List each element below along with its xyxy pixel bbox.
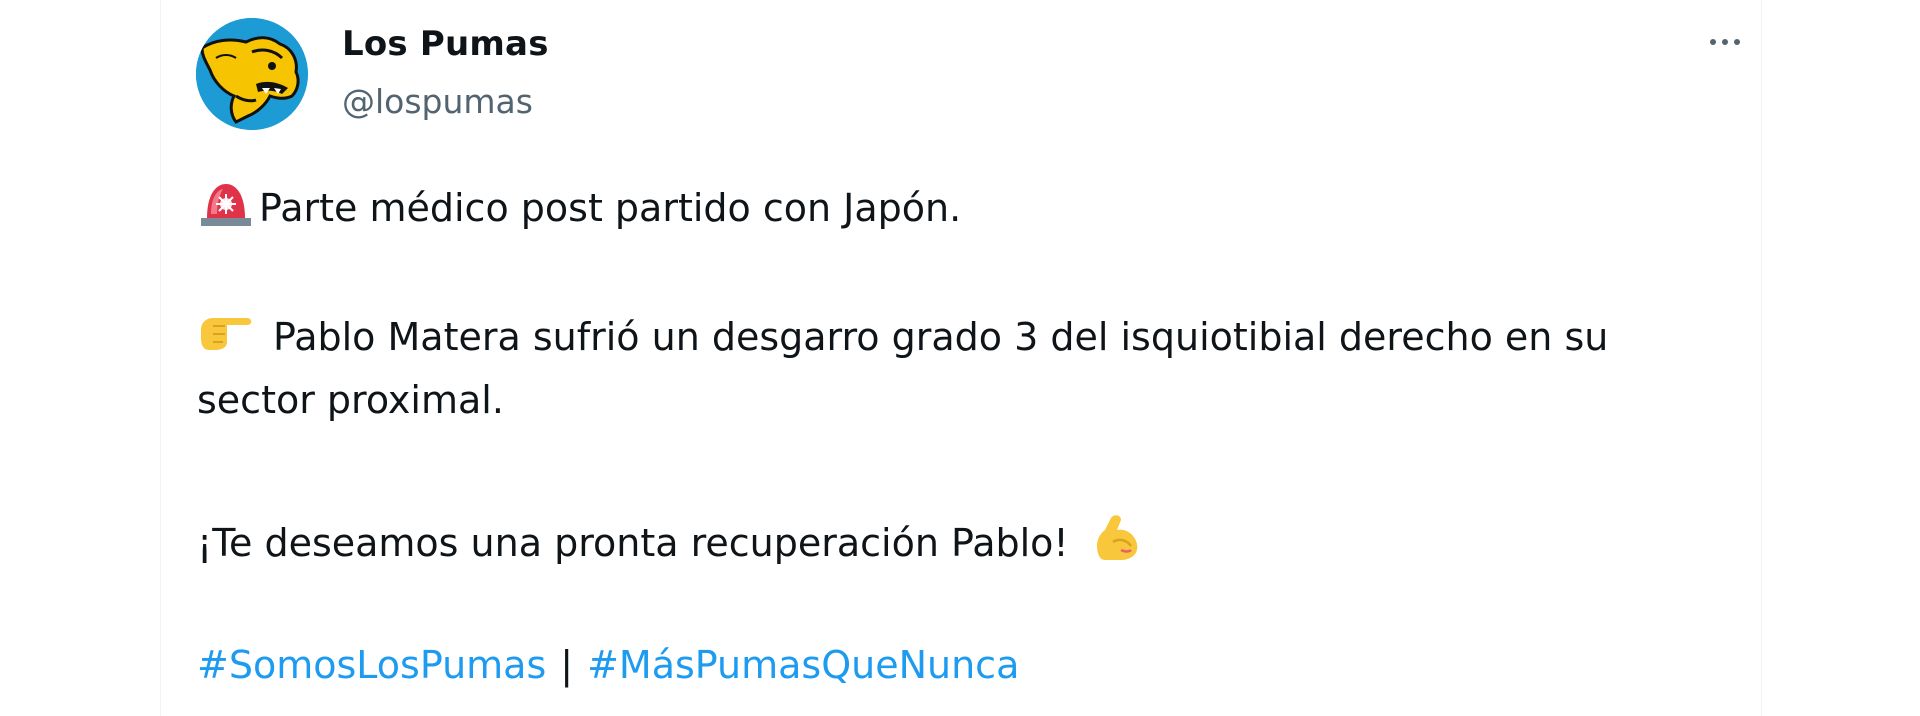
tweet-text: Pablo Matera sufrió un desgarro grado 3 … (273, 314, 1609, 359)
author-handle[interactable]: @lospumas (342, 82, 533, 121)
more-options-button[interactable] (1697, 22, 1753, 62)
tweet-text: sector proximal. (197, 378, 504, 422)
tweet-text-line: Parte médico post partido con Japón. (197, 178, 961, 237)
more-options-icon-dot (1734, 39, 1740, 45)
avatar[interactable] (196, 18, 308, 130)
more-options-icon-dot (1722, 39, 1728, 45)
tweet-text-line: sector proximal. (197, 378, 504, 422)
tweet-text: Parte médico post partido con Japón. (259, 185, 962, 230)
puma-logo-icon (196, 18, 308, 130)
more-options-icon (1710, 39, 1716, 45)
flexed-biceps-icon (1091, 512, 1143, 573)
pointing-right-hand-icon (197, 312, 255, 361)
hashtag-link[interactable]: #MásPumasQueNunca (587, 643, 1019, 687)
hashtag-link[interactable]: #SomosLosPumas (197, 643, 546, 687)
hashtag-line: #SomosLosPumas | #MásPumasQueNunca (197, 643, 1019, 687)
tweet-card: Los Pumas @lospumas Parte médico post pa… (160, 0, 1762, 716)
tweet-text-line: ¡Te deseamos una pronta recuperación Pab… (197, 512, 1143, 573)
tweet-text-line: Pablo Matera sufrió un desgarro grado 3 … (197, 312, 1608, 361)
hashtag-separator: | (560, 643, 574, 687)
author-display-name[interactable]: Los Pumas (342, 24, 549, 64)
police-light-icon (197, 178, 255, 237)
tweet-text: ¡Te deseamos una pronta recuperación Pab… (197, 520, 1069, 565)
